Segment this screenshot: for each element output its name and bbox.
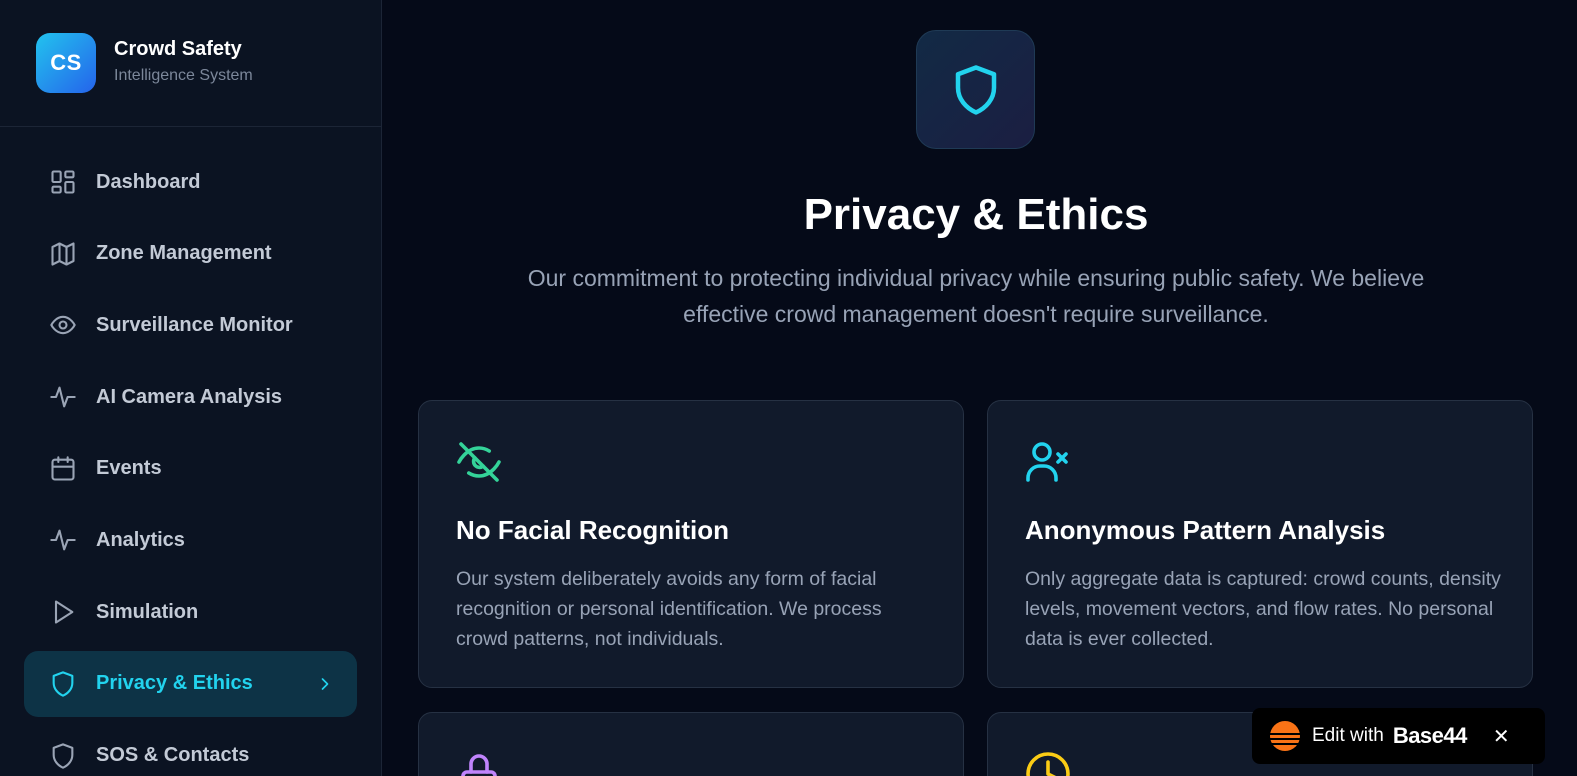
lock-icon bbox=[461, 754, 497, 776]
eye-icon bbox=[50, 316, 76, 335]
card-data-security bbox=[418, 712, 964, 776]
sidebar-item-label: SOS & Contacts bbox=[96, 744, 250, 766]
sidebar-item-dashboard[interactable]: Dashboard bbox=[24, 149, 357, 215]
sidebar-item-ai-camera-analysis[interactable]: AI Camera Analysis bbox=[24, 364, 357, 430]
page-title: Privacy & Ethics bbox=[803, 190, 1149, 239]
sidebar-item-label: Zone Management bbox=[96, 242, 272, 265]
page-subtitle: Our commitment to protecting individual … bbox=[527, 265, 1425, 327]
chevron-right-icon bbox=[321, 677, 329, 690]
sidebar-item-events[interactable]: Events bbox=[24, 436, 357, 502]
brand-text: Crowd Safety Intelligence System bbox=[114, 38, 253, 85]
main-content: Privacy & Ethics Our commitment to prote… bbox=[383, 0, 1577, 776]
shield-icon bbox=[52, 742, 74, 769]
sidebar: CS Crowd Safety Intelligence System Dash… bbox=[0, 0, 382, 776]
brand-subtitle: Intelligence System bbox=[114, 66, 253, 84]
calendar-icon bbox=[51, 456, 75, 481]
card-title: Anonymous Pattern Analysis bbox=[1025, 515, 1386, 545]
sidebar-item-label: AI Camera Analysis bbox=[96, 385, 283, 408]
sidebar-item-surveillance-monitor[interactable]: Surveillance Monitor bbox=[24, 292, 357, 358]
sidebar-item-label: Dashboard bbox=[96, 170, 201, 193]
card-title: No Facial Recognition bbox=[456, 515, 730, 545]
sidebar-item-privacy-ethics[interactable]: Privacy & Ethics bbox=[24, 650, 357, 717]
shield-icon bbox=[955, 64, 996, 115]
sidebar-item-zone-management[interactable]: Zone Management bbox=[24, 221, 357, 287]
base44-logo-icon bbox=[1270, 721, 1300, 751]
sidebar-item-simulation[interactable]: Simulation bbox=[24, 579, 357, 645]
badge-label: Edit with bbox=[1312, 725, 1384, 746]
sidebar-item-sos-contacts[interactable]: SOS & Contacts bbox=[24, 723, 357, 776]
activity-icon bbox=[50, 386, 76, 408]
badge-brand: Base44 bbox=[1392, 723, 1468, 748]
sidebar-item-label: Privacy & Ethics bbox=[96, 672, 253, 695]
play-icon bbox=[54, 600, 74, 624]
map-icon bbox=[51, 242, 75, 266]
sidebar-item-label: Surveillance Monitor bbox=[96, 313, 293, 336]
close-icon[interactable]: ✕ bbox=[1493, 724, 1510, 749]
brand-logo: CS bbox=[36, 33, 96, 93]
eye-off-icon bbox=[457, 442, 501, 482]
card-body: Only aggregate data is captured: crowd c… bbox=[1025, 568, 1501, 650]
edit-with-base44-badge[interactable]: Edit with Base44 ✕ bbox=[1252, 708, 1545, 764]
card-body: Our system deliberately avoids any form … bbox=[456, 568, 882, 650]
hero-shield-tile bbox=[916, 30, 1035, 149]
brand: CS Crowd Safety Intelligence System bbox=[0, 0, 381, 127]
activity-icon bbox=[50, 530, 76, 551]
card-anonymous-pattern-analysis: Anonymous Pattern Analysis Only aggregat… bbox=[987, 400, 1533, 688]
sidebar-item-label: Simulation bbox=[96, 600, 199, 623]
card-no-facial-recognition: No Facial Recognition Our system deliber… bbox=[418, 400, 964, 688]
clock-icon bbox=[1026, 752, 1070, 776]
sidebar-item-analytics[interactable]: Analytics bbox=[24, 507, 357, 573]
sidebar-item-label: Events bbox=[96, 457, 162, 480]
sidebar-nav: Dashboard Zone Management Surveillance M… bbox=[24, 149, 357, 776]
brand-title: Crowd Safety bbox=[114, 37, 242, 60]
grid-icon bbox=[51, 170, 75, 194]
sidebar-item-label: Analytics bbox=[96, 528, 185, 551]
shield-icon bbox=[52, 671, 74, 697]
user-x-icon bbox=[1026, 442, 1068, 482]
